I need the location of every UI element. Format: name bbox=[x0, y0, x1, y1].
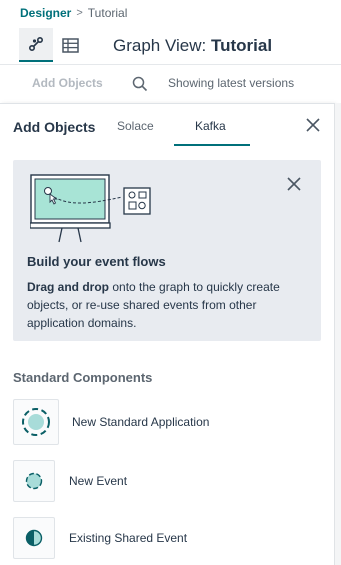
panel-header: Add Objects Solace Kafka bbox=[0, 104, 334, 147]
panel-title: Add Objects bbox=[13, 119, 96, 135]
component-tile bbox=[13, 517, 55, 559]
versions-filter[interactable]: Showing latest versions bbox=[168, 76, 294, 90]
graph-canvas-edge bbox=[334, 103, 341, 565]
application-icon bbox=[22, 408, 50, 436]
search-icon[interactable] bbox=[132, 76, 148, 92]
event-icon bbox=[25, 472, 43, 490]
component-label: New Event bbox=[69, 474, 128, 488]
new-event-item[interactable]: New Event bbox=[13, 460, 127, 502]
laptop-illustration-icon bbox=[30, 174, 151, 243]
shared-event-icon bbox=[25, 529, 43, 547]
component-label: Existing Shared Event bbox=[69, 531, 188, 545]
info-card-text: Drag and drop onto the graph to quickly … bbox=[27, 278, 307, 332]
table-icon bbox=[61, 37, 79, 53]
breadcrumb: Designer > Tutorial bbox=[20, 6, 127, 20]
breadcrumb-designer-link[interactable]: Designer bbox=[20, 6, 71, 20]
info-close-icon[interactable] bbox=[286, 176, 302, 192]
existing-shared-event-item[interactable]: Existing Shared Event bbox=[13, 517, 187, 559]
component-tile bbox=[13, 399, 59, 445]
new-standard-application-item[interactable]: New Standard Application bbox=[13, 399, 210, 445]
view-toggle bbox=[19, 28, 87, 62]
component-label: New Standard Application bbox=[72, 415, 210, 429]
graph-view-button[interactable] bbox=[19, 28, 53, 62]
info-card-text-bold: Drag and drop bbox=[27, 280, 110, 294]
section-title: Standard Components bbox=[13, 370, 153, 385]
breadcrumb-separator: > bbox=[76, 7, 83, 19]
page-title: Graph View: Tutorial bbox=[113, 36, 272, 56]
tab-solace[interactable]: Solace bbox=[117, 119, 154, 133]
info-card: Build your event flows Drag and drop ont… bbox=[13, 160, 321, 341]
active-tab-indicator bbox=[174, 144, 250, 146]
add-objects-button[interactable]: Add Objects bbox=[32, 76, 103, 90]
graph-toolbar: Add Objects Showing latest versions bbox=[0, 64, 341, 102]
component-tile bbox=[13, 460, 55, 502]
info-card-title: Build your event flows bbox=[27, 254, 166, 269]
graph-icon bbox=[28, 36, 44, 52]
close-icon[interactable] bbox=[305, 117, 321, 133]
page-title-prefix: Graph View: bbox=[113, 36, 207, 55]
tab-kafka[interactable]: Kafka bbox=[195, 119, 226, 133]
page-title-name: Tutorial bbox=[210, 36, 273, 55]
table-view-button[interactable] bbox=[53, 28, 87, 62]
add-objects-panel: Add Objects Solace Kafka Build your even… bbox=[0, 103, 334, 565]
breadcrumb-current: Tutorial bbox=[87, 6, 128, 20]
